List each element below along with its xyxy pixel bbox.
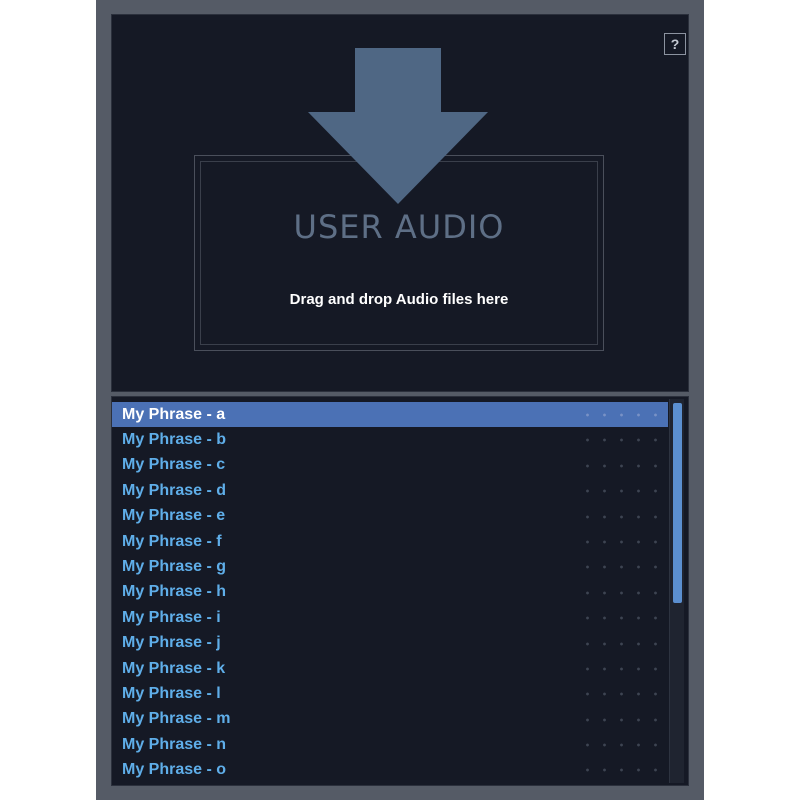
drag-handle-dots[interactable]: [579, 768, 663, 773]
user-audio-panel: ? USER AUDIO Drag and drop Audio files h…: [96, 0, 704, 800]
list-item[interactable]: My Phrase - b: [112, 427, 668, 452]
list-item-label: My Phrase - f: [122, 532, 222, 550]
drag-handle-dots[interactable]: [579, 616, 663, 621]
drag-handle-dots[interactable]: [579, 413, 663, 417]
list-item-label: My Phrase - d: [122, 481, 227, 499]
list-item-label: My Phrase - g: [122, 558, 227, 576]
list-item-label: My Phrase - e: [122, 507, 226, 525]
drag-handle-dots[interactable]: [579, 717, 663, 722]
list-item[interactable]: My Phrase - n: [112, 732, 668, 757]
drop-zone-title: USER AUDIO: [293, 208, 505, 246]
drag-handle-dots[interactable]: [579, 539, 663, 544]
list-item[interactable]: My Phrase - m: [112, 707, 668, 732]
list-item[interactable]: My Phrase - j: [112, 631, 668, 656]
drop-zone-hint: Drag and drop Audio files here: [289, 291, 509, 308]
scrollbar-thumb[interactable]: [673, 403, 682, 603]
list-item[interactable]: My Phrase - c: [112, 453, 668, 478]
drag-handle-dots[interactable]: [579, 489, 663, 494]
list-item-label: My Phrase - m: [122, 710, 231, 728]
list-item[interactable]: My Phrase - i: [112, 605, 668, 630]
drag-handle-dots[interactable]: [579, 692, 663, 697]
drag-handle-dots[interactable]: [579, 514, 663, 519]
list-item[interactable]: My Phrase - a: [112, 402, 668, 428]
list-item[interactable]: My Phrase - l: [112, 681, 668, 706]
drop-area[interactable]: ? USER AUDIO Drag and drop Audio files h…: [111, 14, 689, 392]
list-item[interactable]: My Phrase - o: [112, 757, 668, 782]
list-item[interactable]: My Phrase - e: [112, 504, 668, 529]
list-item-label: My Phrase - i: [122, 608, 221, 626]
arrow-down-icon: [308, 48, 488, 204]
list-item-label: My Phrase - n: [122, 735, 227, 753]
list-item[interactable]: My Phrase - g: [112, 554, 668, 579]
drag-handle-dots[interactable]: [579, 590, 663, 595]
drag-handle-dots[interactable]: [579, 743, 663, 748]
drag-handle-dots[interactable]: [579, 666, 663, 671]
list-item-label: My Phrase - o: [122, 761, 227, 779]
list-item-label: My Phrase - k: [122, 659, 226, 677]
drag-handle-dots[interactable]: [579, 438, 663, 443]
list-item-label: My Phrase - l: [122, 684, 221, 702]
phrase-list: My Phrase - a My Phrase - b My Phrase - c M…: [112, 402, 668, 783]
help-button[interactable]: ?: [664, 33, 686, 55]
list-item-label: My Phrase - j: [122, 634, 221, 652]
drag-handle-dots[interactable]: [579, 565, 663, 570]
list-item-label: My Phrase - b: [122, 431, 227, 449]
phrase-list-area: My Phrase - a My Phrase - b My Phrase - c M…: [111, 396, 689, 786]
drag-handle-dots[interactable]: [579, 463, 663, 468]
list-item-label: My Phrase - a: [122, 405, 226, 423]
list-item[interactable]: My Phrase - f: [112, 529, 668, 554]
list-item-label: My Phrase - c: [122, 456, 226, 474]
drag-handle-dots[interactable]: [579, 641, 663, 646]
list-item-label: My Phrase - h: [122, 583, 227, 601]
scrollbar-track[interactable]: [669, 399, 684, 783]
list-item[interactable]: My Phrase - h: [112, 580, 668, 605]
list-item[interactable]: My Phrase - d: [112, 478, 668, 503]
list-item[interactable]: My Phrase - k: [112, 656, 668, 681]
